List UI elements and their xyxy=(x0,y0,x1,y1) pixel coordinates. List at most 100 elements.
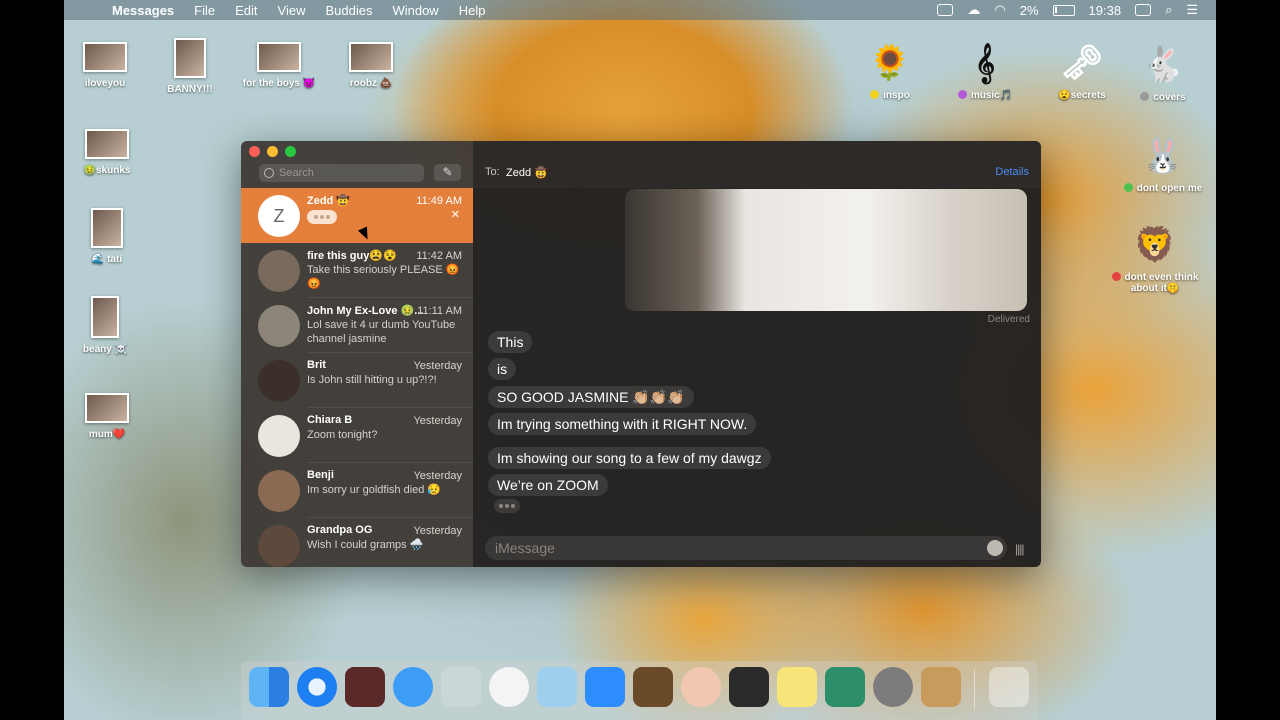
desktop-icon-for-the-boys[interactable]: for the boys 😈 xyxy=(234,42,324,89)
menu-buddies[interactable]: Buddies xyxy=(325,3,372,18)
desktop-icon-banny[interactable]: BANNY!!! xyxy=(145,38,235,95)
wifi-icon[interactable]: ◠ xyxy=(994,2,1005,18)
menu-view[interactable]: View xyxy=(278,3,306,18)
search-input[interactable]: Search xyxy=(259,164,424,182)
audio-message-icon[interactable]: |||| xyxy=(1015,542,1025,556)
recipient-name[interactable]: Zedd 🤠 xyxy=(506,166,548,179)
menu-edit[interactable]: Edit xyxy=(235,3,257,18)
key-icon: 🗝 xyxy=(1060,44,1104,82)
typing-indicator xyxy=(494,499,520,513)
desktop-folder-secrets[interactable]: 🗝 😧secrets xyxy=(1037,40,1127,101)
zoom-window-button[interactable] xyxy=(285,146,296,157)
menu-file[interactable]: File xyxy=(194,3,215,18)
conversation-name: John My Ex-Love 🤢... xyxy=(307,305,424,317)
conversation-time: 11:42 AM xyxy=(416,250,462,262)
emoji-picker-icon[interactable] xyxy=(987,540,1003,556)
details-button[interactable]: Details xyxy=(995,166,1029,178)
safari-icon[interactable] xyxy=(297,667,337,707)
avatar xyxy=(258,415,300,457)
preview-icon[interactable] xyxy=(825,667,865,707)
zoom-status-icon[interactable] xyxy=(937,4,954,16)
bunny-icon: 🐇 xyxy=(1141,46,1185,84)
desktop-folder-music[interactable]: 𝄞 music🎵 xyxy=(940,40,1030,101)
conversation-item[interactable]: Brit Yesterday Is John still hitting u u… xyxy=(241,353,473,408)
message-bubble[interactable]: Im showing our song to a few of my dawgz xyxy=(488,447,771,469)
conversation-item[interactable]: Z Zedd 🤠 11:49 AM ✕ xyxy=(241,188,473,243)
desktop-folder-dont-open-me[interactable]: 🐰 dont open me xyxy=(1118,133,1208,194)
compose-button[interactable]: ✎ xyxy=(434,164,461,181)
clock[interactable]: 19:38 xyxy=(1089,3,1122,18)
message-bubble[interactable]: This xyxy=(488,331,533,353)
minimize-window-button[interactable] xyxy=(267,146,278,157)
conversation-name: Chiara B xyxy=(307,414,353,426)
desktop-icon-iloveyou[interactable]: iloveyou xyxy=(60,42,150,89)
notification-center-icon[interactable]: ☰ xyxy=(1186,2,1198,18)
message-input[interactable]: iMessage xyxy=(485,536,1007,560)
creative-cloud-icon[interactable]: ☁ xyxy=(967,2,980,18)
to-label: To: xyxy=(485,166,500,178)
desktop-icon-skunks[interactable]: 🤢skunks xyxy=(62,129,152,176)
conversation-time: 11:11 AM xyxy=(417,305,462,317)
conversation-time: Yesterday xyxy=(413,360,462,372)
menu-help[interactable]: Help xyxy=(459,3,486,18)
image-attachment[interactable] xyxy=(625,189,1027,311)
conversation-item[interactable]: Benji Yesterday Im sorry ur goldfish die… xyxy=(241,463,473,518)
desktop-icon-tati[interactable]: 🌊 tati xyxy=(62,208,152,265)
rabbit-icon: 🐰 xyxy=(1141,137,1185,175)
menu-app-name[interactable]: Messages xyxy=(112,3,174,18)
conversation-preview: Wish I could gramps 🌧️ xyxy=(307,539,424,551)
message-bubble[interactable]: SO GOOD JASMINE 👏🏼👏🏼👏🏼 xyxy=(488,386,694,408)
sequel-app-icon[interactable] xyxy=(537,667,577,707)
battery-percent[interactable]: 2% xyxy=(1020,3,1039,18)
conversation-item[interactable]: Grandpa OG Yesterday Wish I could gramps… xyxy=(241,518,473,567)
stickies-icon[interactable] xyxy=(777,667,817,707)
desktop-folder-inspo[interactable]: 🌻 inspo xyxy=(845,40,935,101)
finder-icon[interactable] xyxy=(249,667,289,707)
launchpad-icon[interactable] xyxy=(441,667,481,707)
chat-pane: To: Zedd 🤠 Details Delivered This is SO … xyxy=(473,141,1041,567)
calendar-icon[interactable] xyxy=(1135,4,1152,16)
conversation-name: fire this guy😫😵 xyxy=(307,250,397,262)
desktop-icon-mum[interactable]: mum❤️ xyxy=(62,393,152,440)
desktop-folder-covers[interactable]: 🐇 covers xyxy=(1118,42,1208,103)
conversation-item[interactable]: Chiara B Yesterday Zoom tonight? xyxy=(241,408,473,463)
conversation-item[interactable]: John My Ex-Love 🤢... 11:11 AM Lol save i… xyxy=(241,298,473,353)
message-bubble[interactable]: is xyxy=(488,358,517,380)
image-thumbnail xyxy=(83,42,127,72)
treble-clef-icon: 𝄞 xyxy=(974,44,996,82)
menu-window[interactable]: Window xyxy=(392,3,438,18)
conversation-name: Benji xyxy=(307,469,334,481)
avatar xyxy=(258,360,300,402)
zoom-icon[interactable] xyxy=(585,667,625,707)
message-bubble[interactable]: We’re on ZOOM xyxy=(488,474,608,496)
spotlight-search-icon[interactable]: ⌕ xyxy=(1165,2,1172,18)
image-thumbnail xyxy=(91,208,123,248)
contacts-icon[interactable] xyxy=(921,667,961,707)
purple-tag-icon xyxy=(957,90,967,99)
battery-icon[interactable] xyxy=(1052,4,1075,16)
red-tag-icon xyxy=(1111,272,1121,281)
desktop-icon-beany[interactable]: beany ☠️ xyxy=(60,296,150,355)
lion-icon: 🦁 xyxy=(1133,226,1177,264)
gray-tag-icon xyxy=(1140,92,1150,101)
close-conversation-icon[interactable]: ✕ xyxy=(451,208,460,221)
garageband-icon[interactable] xyxy=(633,667,673,707)
desktop-folder-dont-even[interactable]: 🦁 dont even think about it🤫 xyxy=(1110,222,1200,294)
photo-booth-icon[interactable] xyxy=(345,667,385,707)
system-preferences-icon[interactable] xyxy=(873,667,913,707)
image-thumbnail xyxy=(257,42,301,72)
conversation-time: 11:49 AM xyxy=(416,195,462,207)
dock xyxy=(241,661,1038,720)
desktop-icon-roobz[interactable]: roobz 💩 xyxy=(326,42,416,89)
messages-icon[interactable] xyxy=(393,667,433,707)
photo-booth-red-icon[interactable] xyxy=(729,667,769,707)
conversation-item[interactable]: fire this guy😫😵 11:42 AM Take this serio… xyxy=(241,243,473,298)
face-app-icon[interactable] xyxy=(681,667,721,707)
message-bubble[interactable]: Im trying something with it RIGHT NOW. xyxy=(488,413,757,435)
close-window-button[interactable] xyxy=(249,146,260,157)
avatar xyxy=(258,305,300,347)
avatar xyxy=(258,250,300,292)
image-thumbnail xyxy=(349,42,393,72)
trash-icon[interactable] xyxy=(989,667,1029,707)
itunes-icon[interactable] xyxy=(489,667,529,707)
